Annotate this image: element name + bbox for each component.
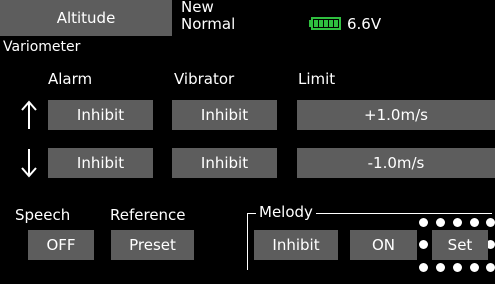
vibrator-column-header: Vibrator <box>174 70 235 88</box>
speech-button[interactable]: OFF <box>28 230 94 260</box>
battery-voltage: 6.6V <box>347 15 382 33</box>
down-limit-button[interactable]: -1.0m/s <box>297 148 495 178</box>
speech-label: Speech <box>15 206 71 224</box>
altitude-tab[interactable]: Altitude <box>0 0 172 36</box>
melody-set-button[interactable]: Set <box>432 230 488 260</box>
up-alarm-button[interactable]: Inhibit <box>48 100 153 130</box>
page-title: Variometer <box>3 39 81 55</box>
condition-name: Normal <box>181 15 236 33</box>
battery-icon <box>311 17 341 30</box>
down-arrow-icon <box>20 148 38 178</box>
down-alarm-button[interactable]: Inhibit <box>48 148 153 178</box>
melody-inhibit-button[interactable]: Inhibit <box>254 230 338 260</box>
alarm-column-header: Alarm <box>48 70 93 88</box>
limit-column-header: Limit <box>298 70 336 88</box>
reference-label: Reference <box>110 206 186 224</box>
down-vibrator-button[interactable]: Inhibit <box>172 148 277 178</box>
reference-button[interactable]: Preset <box>111 230 194 260</box>
melody-on-button[interactable]: ON <box>350 230 417 260</box>
model-name: New <box>181 0 214 16</box>
up-arrow-icon <box>20 100 38 130</box>
up-vibrator-button[interactable]: Inhibit <box>172 100 277 130</box>
up-limit-button[interactable]: +1.0m/s <box>297 100 495 130</box>
melody-label: Melody <box>256 203 316 221</box>
